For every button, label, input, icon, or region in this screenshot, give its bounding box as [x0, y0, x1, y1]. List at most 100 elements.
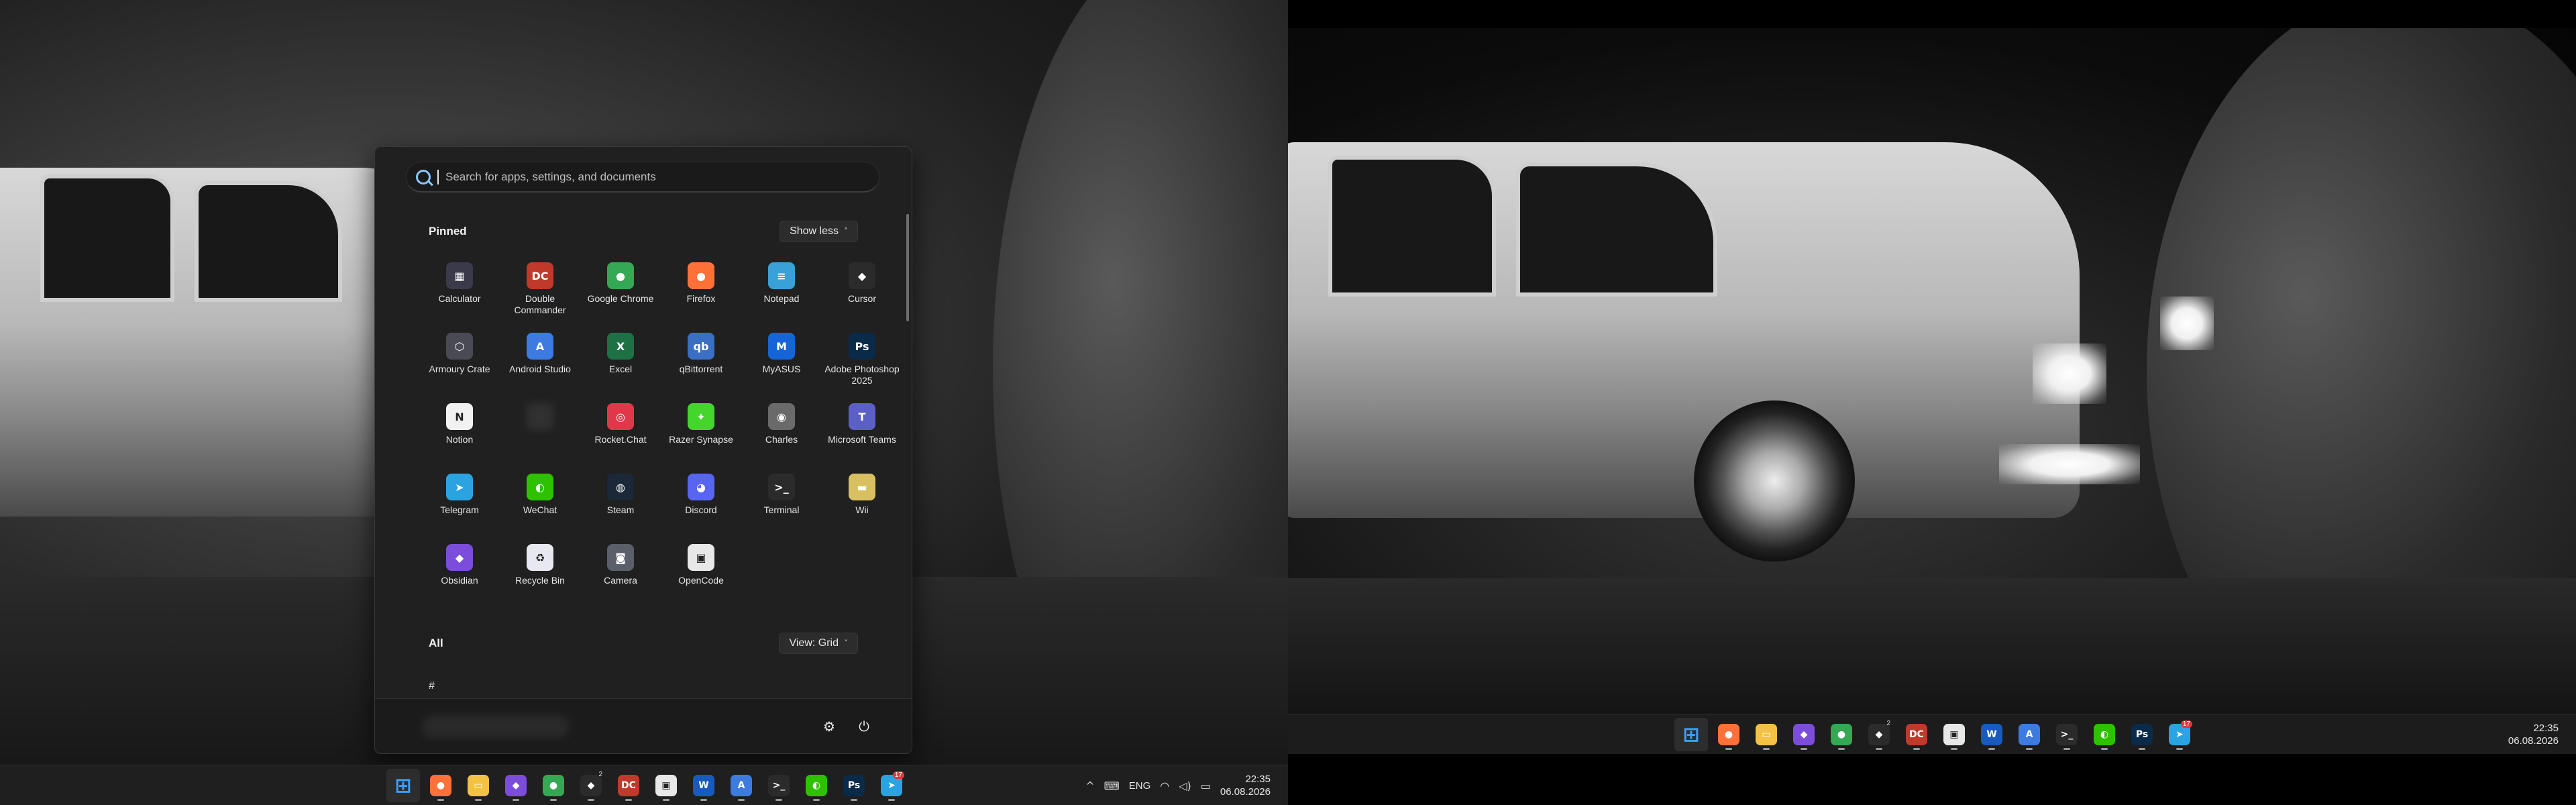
taskbar-double-commander[interactable]: DC [612, 769, 645, 802]
charles-icon: ◉ [768, 403, 795, 430]
taskbar-wechat[interactable]: ◐ [800, 769, 833, 802]
pinned-app-tile[interactable]: ● Google Chrome [580, 257, 661, 327]
pinned-app-tile[interactable]: qb qBittorrent [661, 327, 741, 398]
start-button[interactable]: ⊞ [1674, 718, 1708, 751]
pinned-app-tile[interactable]: ▦ Calculator [419, 257, 500, 327]
wallpaper-car-window [195, 181, 342, 302]
pinned-app-tile[interactable]: Ps Adobe Photoshop 2025 [822, 327, 902, 398]
show-less-button[interactable]: Show less ˄ [780, 221, 858, 242]
pinned-app-tile[interactable]: ◐ WeChat [500, 468, 580, 539]
myasus-icon: M [768, 333, 795, 360]
pinned-app-label: Recycle Bin [515, 575, 565, 586]
window-count-indicator: 2 [1886, 720, 1890, 727]
running-indicator [2101, 748, 2108, 750]
taskbar-photoshop[interactable]: Ps [2125, 718, 2159, 751]
start-search-box[interactable] [406, 162, 879, 193]
pinned-app-tile[interactable]: ≡ Notepad [741, 257, 822, 327]
show-hidden-icons-chevron-icon[interactable]: ^ [1085, 780, 1094, 792]
taskbar-clock[interactable]: 22:35 06.08.2026 [1220, 773, 1271, 798]
pinned-app-tile[interactable]: ● Firefox [661, 257, 741, 327]
taskbar-cursor[interactable]: ◆ 2 [1862, 718, 1896, 751]
running-indicator [775, 799, 782, 801]
pinned-app-tile[interactable]: ➤ Telegram [419, 468, 500, 539]
chrome-icon: ● [1831, 724, 1852, 745]
discord-icon: ◕ [688, 474, 714, 500]
taskbar-chrome[interactable]: ● [1825, 718, 1858, 751]
pinned-app-tile[interactable]: ◉ Charles [741, 398, 822, 468]
wallpaper-headlight-reflection [2160, 297, 2214, 350]
taskbar-clock-right[interactable]: 22:35 06.08.2026 [2508, 722, 2559, 747]
pinned-app-tile[interactable]: ▣ OpenCode [661, 539, 741, 609]
wallpaper-car-window [1516, 162, 1717, 297]
letter-group-hash[interactable]: # [429, 680, 435, 692]
taskbar-double-commander[interactable]: DC [1900, 718, 1933, 751]
start-menu-scrollbar[interactable] [906, 214, 909, 321]
user-account-button[interactable] [422, 715, 570, 738]
pinned-app-tile[interactable]: N Notion [419, 398, 500, 468]
taskbar-firefox[interactable]: ● [424, 769, 458, 802]
obsidian-icon: ◆ [1793, 724, 1815, 745]
pinned-app-tile[interactable]: ◕ Discord [661, 468, 741, 539]
pinned-app-tile[interactable] [500, 398, 580, 468]
pinned-app-label: Double Commander [514, 293, 566, 315]
taskbar-obsidian[interactable]: ◆ [1787, 718, 1821, 751]
taskbar-telegram[interactable]: ➤ 17 [2163, 718, 2196, 751]
start-button[interactable]: ⊞ [386, 769, 420, 802]
taskbar-obsidian[interactable]: ◆ [499, 769, 533, 802]
search-icon [416, 169, 431, 184]
pinned-app-tile[interactable]: ◍ Steam [580, 468, 661, 539]
taskbar-word[interactable]: W [687, 769, 720, 802]
opencode-icon: ▣ [655, 775, 677, 796]
power-icon[interactable]: ⏻ [853, 715, 875, 738]
system-tray: ^ ⌨ ENG ◠ ◁) ▭ 22:35 06.08.2026 [1085, 765, 1288, 805]
taskbar-terminal[interactable]: >_ [2050, 718, 2084, 751]
taskbar-cursor[interactable]: ◆ 2 [574, 769, 608, 802]
pinned-app-tile[interactable]: ▬ Wii [822, 468, 902, 539]
taskbar-terminal[interactable]: >_ [762, 769, 796, 802]
pinned-app-label: Telegram [440, 504, 479, 515]
running-indicator [437, 799, 444, 801]
pinned-app-tile[interactable]: ⬡ Armoury Crate [419, 327, 500, 398]
pinned-app-tile[interactable]: M MyASUS [741, 327, 822, 398]
taskbar-wechat[interactable]: ◐ [2088, 718, 2121, 751]
double-commander-icon: DC [618, 775, 639, 796]
view-grid-button[interactable]: View: Grid ˇ [779, 633, 858, 654]
pinned-app-tile[interactable]: T Microsoft Teams [822, 398, 902, 468]
search-input[interactable] [445, 170, 879, 184]
pinned-app-tile[interactable]: ◆ Obsidian [419, 539, 500, 609]
taskbar-firefox[interactable]: ● [1712, 718, 1746, 751]
pinned-app-tile[interactable]: ♻ Recycle Bin [500, 539, 580, 609]
pinned-app-tile[interactable]: DC Double Commander [500, 257, 580, 327]
settings-gear-icon[interactable]: ⚙ [818, 715, 841, 738]
firefox-icon: ● [1718, 724, 1739, 745]
pinned-app-tile[interactable]: A Android Studio [500, 327, 580, 398]
pinned-app-tile[interactable]: ✦ Razer Synapse [661, 398, 741, 468]
pinned-app-tile[interactable]: >_ Terminal [741, 468, 822, 539]
taskbar-android-studio[interactable]: A [2012, 718, 2046, 751]
pinned-app-label: Armoury Crate [429, 364, 490, 374]
pinned-app-tile[interactable]: ◎ Rocket.Chat [580, 398, 661, 468]
taskbar-android-studio[interactable]: A [724, 769, 758, 802]
keyboard-icon[interactable]: ⌨ [1104, 780, 1120, 792]
volume-icon[interactable]: ◁) [1179, 780, 1191, 792]
taskbar-opencode[interactable]: ▣ [649, 769, 683, 802]
wifi-icon[interactable]: ◠ [1160, 780, 1169, 792]
pinned-app-tile[interactable]: X Excel [580, 327, 661, 398]
taskbar-file-explorer[interactable]: ▭ [1750, 718, 1783, 751]
android-studio-icon: A [527, 333, 553, 360]
qbittorrent-icon: qb [688, 333, 714, 360]
pinned-app-tile[interactable]: ◙ Camera [580, 539, 661, 609]
battery-icon[interactable]: ▭ [1201, 780, 1211, 792]
chevron-up-icon: ˄ [844, 227, 848, 236]
taskbar-chrome[interactable]: ● [537, 769, 570, 802]
running-indicator [475, 799, 482, 801]
taskbar-word[interactable]: W [1975, 718, 2008, 751]
taskbar-opencode[interactable]: ▣ [1937, 718, 1971, 751]
language-indicator[interactable]: ENG [1129, 780, 1151, 792]
taskbar-photoshop[interactable]: Ps [837, 769, 871, 802]
taskbar-file-explorer[interactable]: ▭ [462, 769, 495, 802]
taskbar-telegram[interactable]: ➤ 17 [875, 769, 908, 802]
chrome-icon: ● [543, 775, 564, 796]
pinned-app-label: Notepad [763, 293, 800, 304]
pinned-app-tile[interactable]: ◆ Cursor [822, 257, 902, 327]
